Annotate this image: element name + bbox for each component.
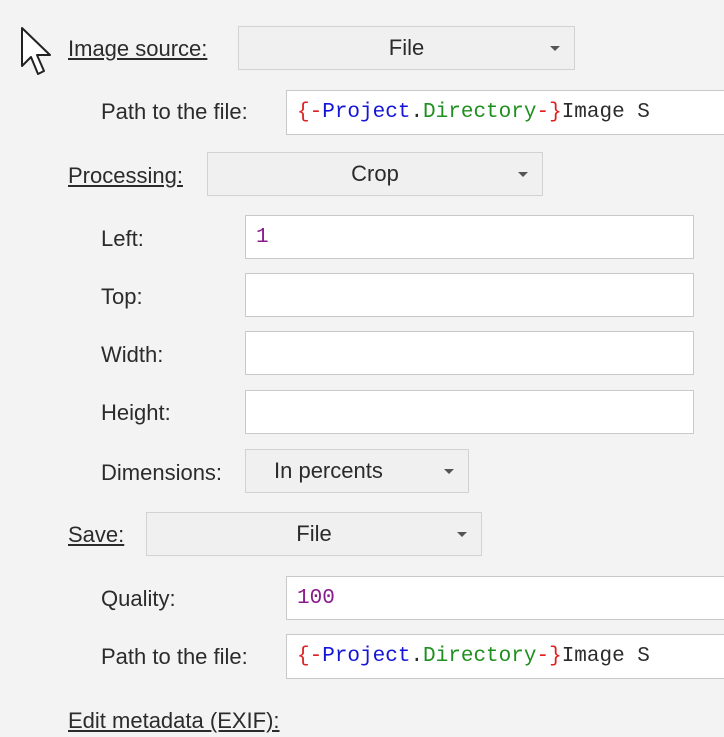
processing-label[interactable]: Processing:	[68, 163, 183, 189]
save-value: File	[296, 521, 332, 546]
path-rest: Image S	[561, 101, 650, 124]
image-source-dropdown[interactable]: File	[238, 26, 575, 70]
height-field[interactable]	[245, 390, 694, 434]
height-label: Height:	[101, 400, 171, 425]
save-label[interactable]: Save:	[68, 522, 124, 548]
macro-project: Project	[322, 101, 411, 124]
save-path-field[interactable]: {- Project. Directory -} Image S	[286, 634, 724, 679]
macro-dot: .	[410, 645, 424, 668]
processing-dropdown[interactable]: Crop	[207, 152, 543, 196]
processing-value: Crop	[351, 161, 399, 186]
chevron-down-icon	[457, 532, 467, 537]
quality-field[interactable]: 100	[286, 576, 724, 620]
save-path-label: Path to the file:	[101, 644, 248, 669]
width-label: Width:	[101, 342, 164, 367]
left-field[interactable]: 1	[245, 215, 694, 259]
left-value: 1	[256, 225, 269, 249]
left-label: Left:	[101, 226, 144, 251]
quality-value: 100	[297, 586, 335, 610]
width-field[interactable]	[245, 331, 694, 375]
mouse-pointer-icon	[21, 27, 51, 75]
save-dropdown[interactable]: File	[146, 512, 482, 556]
chevron-down-icon	[518, 172, 528, 177]
chevron-down-icon	[444, 469, 454, 474]
source-path-label: Path to the file:	[101, 99, 248, 124]
top-label: Top:	[101, 284, 143, 309]
macro-open: {-	[297, 101, 323, 124]
quality-label: Quality:	[101, 586, 176, 611]
macro-dot: .	[410, 101, 424, 124]
macro-close: -}	[536, 645, 562, 668]
macro-directory: Directory	[423, 645, 537, 668]
macro-open: {-	[297, 645, 323, 668]
edit-metadata-label[interactable]: Edit metadata (EXIF):	[68, 708, 280, 734]
macro-close: -}	[536, 101, 562, 124]
top-field[interactable]	[245, 273, 694, 317]
macro-directory: Directory	[423, 101, 537, 124]
chevron-down-icon	[550, 46, 560, 51]
image-source-label[interactable]: Image source:	[68, 36, 207, 62]
macro-project: Project	[322, 645, 411, 668]
dimensions-value: In percents	[274, 458, 383, 483]
dimensions-dropdown[interactable]: In percents	[245, 449, 469, 493]
image-source-value: File	[388, 35, 425, 60]
path-rest: Image S	[561, 645, 650, 668]
source-path-field[interactable]: {- Project. Directory -} Image S	[286, 90, 724, 135]
dimensions-label: Dimensions:	[101, 460, 223, 485]
